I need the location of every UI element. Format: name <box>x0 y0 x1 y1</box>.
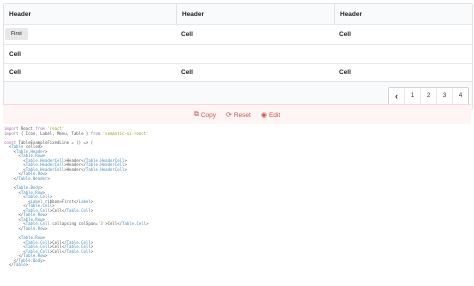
pagination-page-3[interactable]: 3 <box>436 88 452 104</box>
copy-button[interactable]: ⧉ Copy <box>194 111 216 119</box>
table-cell: Cell <box>339 69 351 76</box>
table-header-cell: Header <box>9 10 32 18</box>
reset-label: Reset <box>233 111 251 119</box>
edit-button[interactable]: ◉ Edit <box>260 111 281 120</box>
pagination-prev-button[interactable]: ‹ <box>389 88 404 104</box>
table-cell: First <box>4 25 176 44</box>
code-editor[interactable]: import React from 'react' import { Icon, … <box>4 126 470 268</box>
table-cell: Cell <box>181 31 193 38</box>
copy-label: Copy <box>200 111 216 119</box>
chevron-left-icon: ‹ <box>395 91 398 101</box>
refresh-icon: ⟳ <box>226 112 232 119</box>
table-row: Cell Cell Cell <box>4 63 472 81</box>
table-row: Cell <box>4 44 472 63</box>
edit-label: Edit <box>268 111 281 119</box>
github-icon: ◉ <box>260 112 267 119</box>
code-line: </Table> <box>4 262 29 268</box>
table-cell: Cell <box>9 69 21 76</box>
code-toolbar: ⧉ Copy ⟳ Reset ◉ Edit <box>0 111 474 119</box>
table-header-row: Header Header Header <box>4 4 472 24</box>
table-cell: Cell <box>181 69 193 76</box>
table-row: First Cell Cell <box>4 24 472 44</box>
table-header-cell: Header <box>334 4 472 24</box>
table-header-cell: Header <box>176 4 334 24</box>
table-cell: Cell <box>339 31 351 38</box>
pagination-page-4[interactable]: 4 <box>452 88 468 104</box>
copy-icon: ⧉ <box>193 111 199 118</box>
pagination-page-2[interactable]: 2 <box>420 88 436 104</box>
reset-button[interactable]: ⟳ Reset <box>226 111 251 120</box>
divider <box>3 104 471 105</box>
example-table: Header Header Header First Cell Cell Cel… <box>3 3 473 110</box>
ribbon-label: First <box>5 28 28 40</box>
pagination-page-1[interactable]: 1 <box>404 88 420 104</box>
table-cell: Cell <box>9 50 21 58</box>
pagination-menu: ‹ 1 2 3 4 <box>388 87 469 105</box>
